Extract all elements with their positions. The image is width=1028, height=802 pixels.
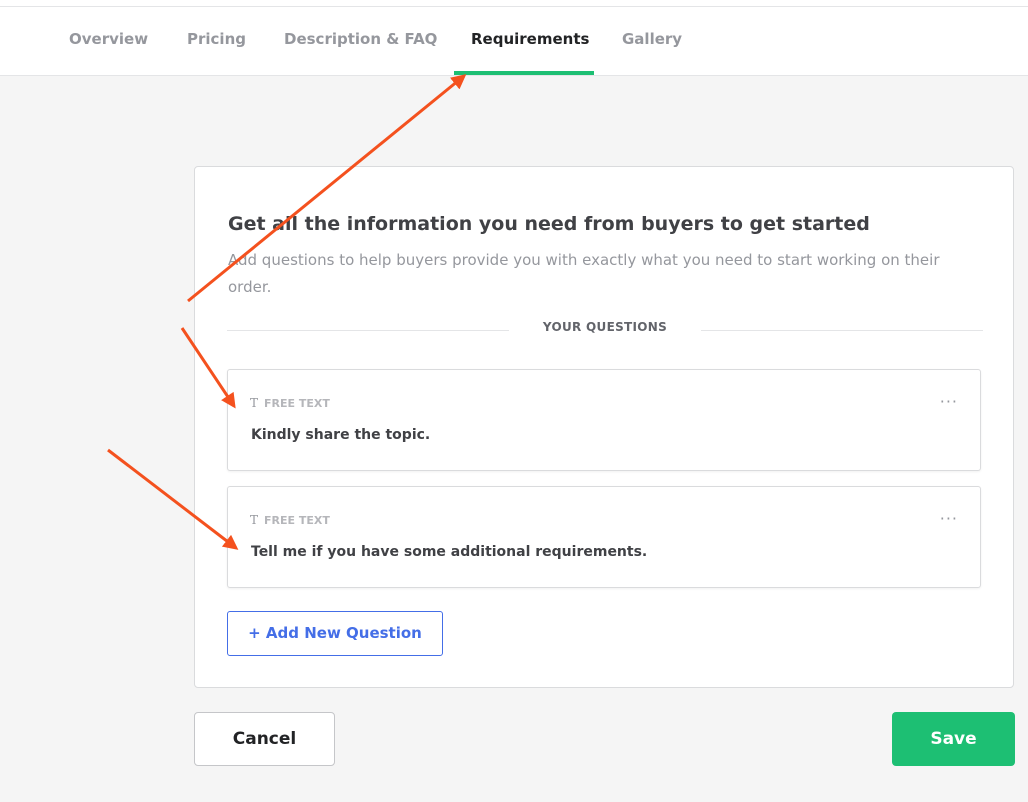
tab-description-faq[interactable]: Description & FAQ (284, 30, 437, 48)
add-new-question-button[interactable]: + Add New Question (227, 611, 443, 656)
text-type-icon: T (250, 513, 259, 527)
question-card[interactable]: T FREE TEXT Kindly share the topic. ··· (227, 369, 981, 471)
question-type: T FREE TEXT (250, 396, 330, 410)
more-options-icon[interactable]: ··· (940, 509, 958, 528)
question-card[interactable]: T FREE TEXT Tell me if you have some addi… (227, 486, 981, 588)
tab-requirements[interactable]: Requirements (471, 30, 589, 48)
section-divider-right (701, 330, 983, 331)
tab-pricing[interactable]: Pricing (187, 30, 246, 48)
question-text: Tell me if you have some additional requ… (251, 544, 648, 560)
tab-gallery[interactable]: Gallery (622, 30, 682, 48)
card-title: Get all the information you need from bu… (228, 213, 870, 235)
question-text: Kindly share the topic. (251, 427, 431, 443)
section-label: YOUR QUESTIONS (542, 320, 668, 334)
question-type: T FREE TEXT (250, 513, 330, 527)
question-type-label: FREE TEXT (264, 514, 330, 527)
tab-overview[interactable]: Overview (69, 30, 148, 48)
save-button[interactable]: Save (892, 712, 1015, 766)
requirements-card: Get all the information you need from bu… (194, 166, 1014, 688)
active-tab-indicator (454, 71, 594, 75)
tab-bar: Overview Pricing Description & FAQ Requi… (0, 0, 1028, 76)
card-subtitle: Add questions to help buyers provide you… (228, 251, 940, 296)
cancel-button[interactable]: Cancel (194, 712, 335, 766)
more-options-icon[interactable]: ··· (940, 392, 958, 411)
section-divider-left (227, 330, 509, 331)
question-type-label: FREE TEXT (264, 397, 330, 410)
top-border (0, 6, 1028, 7)
text-type-icon: T (250, 396, 259, 410)
